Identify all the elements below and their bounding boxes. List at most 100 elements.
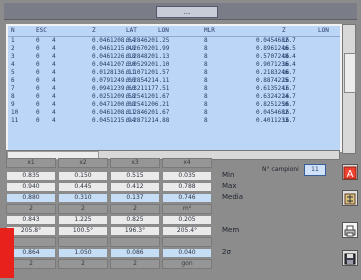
table-row[interactable]: 10 0 4 0.0461208.11 0.2846201.67 8 0.0454682.7… [8,109,340,117]
table-cell: 16 [282,37,290,44]
stats-cell: 0.137 [110,193,160,203]
stats-grid: x1 x2 x3 x4 0.835 0.150 0.515 0.035 0.940 0.445 0.… [6,158,216,278]
table-cell: 0.9071236.4 [256,61,296,68]
table-row[interactable]: 7 0 4 0.0941239.60 0.3211177.51 8 0.6135241.7 1… [8,85,340,93]
stats-cell: 2 [58,259,108,269]
table-cell: 0 [36,109,40,116]
stats-cell: 2 [110,204,160,214]
table-cell: 0.4011233.7 [256,117,296,124]
stats-cell: 2 [6,204,56,214]
table-cell: 0 [36,77,40,84]
table-cell: 8 [204,101,208,108]
save-button[interactable] [342,250,358,266]
print-button[interactable] [342,222,358,238]
table-body: 1 0 4 0.0461208.64 0.2846201.25 8 0.0454682.7 1… [8,37,340,125]
stats-cell [58,237,108,247]
table-cell: 0 [36,93,40,100]
table-cell: 0.5707248.4 [256,53,296,60]
calculator-icon [344,193,356,205]
stats-cell: gon [162,259,212,269]
table-cell: 8 [204,45,208,52]
table-cell: 4 [52,93,56,100]
table-cell: 0 [36,37,40,44]
col-header: Z [92,27,96,34]
stats-cell: 0.515 [110,171,160,181]
stats-cell: 0.035 [162,171,212,181]
table-cell: 16 [282,117,290,124]
table-row[interactable]: 9 0 4 0.0471200.08 0.2541206.21 8 0.8251250.7 1… [8,101,340,109]
table-cell: 0.8874225.7 [256,77,296,84]
table-cell: 4 [52,45,56,52]
table-row[interactable]: 3 0 4 0.0461226.18 0.2848201.13 8 0.5707248.4 1… [8,53,340,61]
data-table: N ESC Z LAT LON MLR Z LON 1 0 4 0.0461208.6… [6,24,342,152]
table-row[interactable]: 4 0 4 0.0441207.30 0.0529201.10 8 0.9071236.4 1… [8,61,340,69]
table-cell: 1 [11,37,15,44]
printer-icon [344,225,356,237]
table-cell: 8 [11,93,15,100]
table-cell: 16 [282,93,290,100]
table-row[interactable]: 5 0 4 0.0128136.11 0.1071201.57 8 0.2183246.7 1… [8,69,340,77]
table-row[interactable]: 2 0 4 0.0461215.48 0.2670201.99 8 0.8961246.5 1… [8,45,340,53]
stats-col-header: x3 [110,158,160,168]
stats-row-label: 2σ [222,248,231,256]
stats-cell: 0.040 [162,248,212,258]
table-cell: 8 [204,37,208,44]
stats-col-header: x4 [162,158,212,168]
stats-cell: 0.205 [162,215,212,225]
table-cell: 16 [282,109,290,116]
table-cell: 0.0454682.7 [256,37,296,44]
stats-cell [162,237,212,247]
table-cell: 11 [11,117,19,124]
stats-row-label: Min [222,171,235,179]
table-cell: 16 [282,77,290,84]
table-cell: 8 [204,109,208,116]
table-cell: 0 [36,45,40,52]
table-row[interactable]: 11 0 4 0.0451215.94 0.2871214.88 8 0.4011233.7… [8,117,340,125]
table-cell: 0.2871214.88 [126,117,170,124]
table-cell: 0.2541206.21 [126,101,170,108]
table-row[interactable]: 6 0 4 0.0791249.00 0.2854214.11 8 0.8874225.7 1… [8,77,340,85]
table-cell: 16 [282,45,290,52]
table-cell: 0.2183246.7 [256,69,296,76]
table-cell: 4 [52,53,56,60]
stats-cell: 0.788 [162,182,212,192]
table-row[interactable]: 8 0 4 0.0251209.58 0.2541201.67 8 0.6324224.7 1… [8,93,340,101]
label-button[interactable]: A [342,164,358,180]
stats-cell [110,237,160,247]
a-label-icon: A [343,166,357,180]
vertical-scrollbar[interactable] [342,24,356,154]
stats-row-label: Max [222,182,237,190]
table-cell: 9 [11,101,15,108]
table-cell: 8 [204,77,208,84]
stats-cell: 0.940 [6,182,56,192]
table-cell: 16 [282,61,290,68]
col-header: N [11,27,15,34]
table-cell: 0.0529201.10 [126,61,170,68]
table-cell: 7 [11,85,15,92]
stats-col-header: x1 [6,158,56,168]
title-bar: ... [4,3,357,20]
table-cell: 4 [11,61,15,68]
table-cell: 0.2846201.25 [126,37,170,44]
corner-badge [0,228,14,278]
table-cell: 4 [52,117,56,124]
table-cell: 0.2541201.67 [126,93,170,100]
stats-cell: 0.310 [58,193,108,203]
calculate-button[interactable] [342,190,358,206]
table-cell: 10 [11,109,19,116]
stats-cell: 0.843 [6,215,56,225]
table-cell: 4 [52,77,56,84]
col-header: LAT [126,27,137,34]
sample-count-field[interactable]: 11 [304,164,326,176]
table-row[interactable]: 1 0 4 0.0461208.64 0.2846201.25 8 0.0454682.7 1… [8,37,340,45]
table-cell: 4 [52,69,56,76]
table-cell: 0.6324224.7 [256,93,296,100]
scroll-thumb[interactable] [344,53,356,93]
stats-cell: 0.880 [6,193,56,203]
stats-cell: 196.3° [110,226,160,236]
table-cell: 0.2670201.99 [126,45,170,52]
table-cell: 8 [204,53,208,60]
stats-cell: 0.412 [110,182,160,192]
table-cell: 0 [36,85,40,92]
window-title: ... [156,6,218,18]
